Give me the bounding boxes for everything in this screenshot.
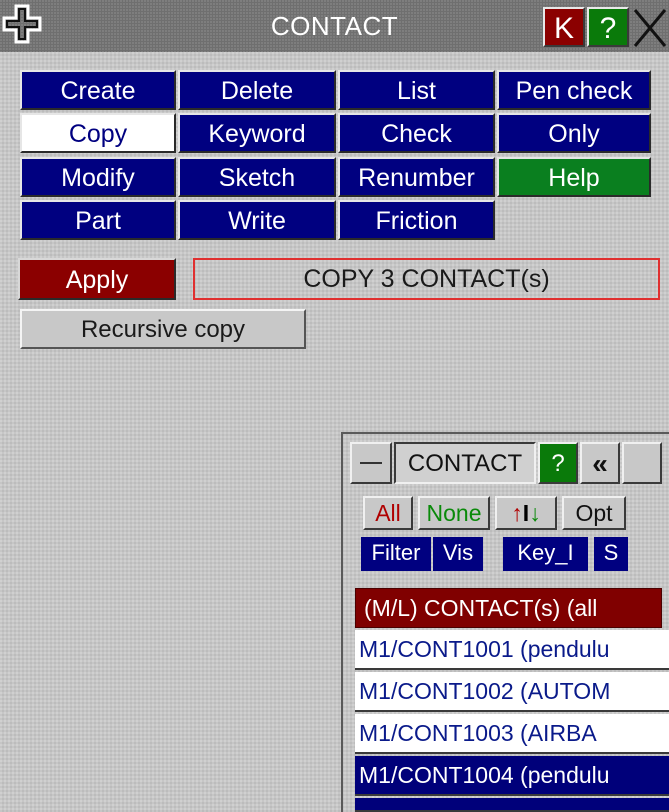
command-create-button[interactable]: Create	[20, 70, 176, 110]
command-check-button[interactable]: Check	[338, 113, 495, 153]
sort-button[interactable]: ↑I↓	[495, 496, 557, 530]
close-button[interactable]	[631, 4, 669, 50]
command-renumber-button[interactable]: Renumber	[338, 157, 495, 197]
list-item[interactable]: M1/CONT1001 (pendulu	[355, 630, 669, 670]
move-icon[interactable]	[0, 2, 44, 46]
command-pen-check-button[interactable]: Pen check	[497, 70, 651, 110]
command-help-button[interactable]: Help	[497, 157, 651, 197]
s-button[interactable]: S	[594, 537, 628, 571]
command-sketch-button[interactable]: Sketch	[178, 157, 336, 197]
list-header[interactable]: (M/L) CONTACT(s) (all	[355, 588, 662, 628]
options-button[interactable]: Opt	[562, 496, 626, 530]
select-none-button[interactable]: None	[418, 496, 490, 530]
list-item[interactable]: M1/CONT1002 (AUTOM	[355, 672, 669, 712]
key-in-button[interactable]: Key_I	[503, 537, 588, 571]
recursive-copy-button[interactable]: Recursive copy	[20, 309, 306, 349]
select-all-button[interactable]: All	[363, 496, 413, 530]
command-part-button[interactable]: Part	[20, 200, 176, 240]
list-item-overflow[interactable]	[355, 798, 669, 812]
list-item[interactable]: M1/CONT1004 (pendulu	[355, 756, 669, 796]
command-delete-button[interactable]: Delete	[178, 70, 336, 110]
minus-icon	[360, 462, 382, 464]
command-friction-button[interactable]: Friction	[338, 200, 495, 240]
selector-help-button[interactable]: ?	[538, 442, 578, 484]
keyword-button[interactable]: K	[543, 7, 585, 47]
sort-down-icon: ↓	[529, 500, 541, 526]
command-copy-button[interactable]: Copy	[20, 113, 176, 153]
vis-button[interactable]: Vis	[433, 537, 483, 571]
selector-extra-button[interactable]	[622, 442, 662, 484]
status-box: COPY 3 CONTACT(s)	[193, 258, 660, 300]
apply-button[interactable]: Apply	[18, 258, 176, 300]
command-write-button[interactable]: Write	[178, 200, 336, 240]
command-modify-button[interactable]: Modify	[20, 157, 176, 197]
list-item[interactable]: M1/CONT1003 (AIRBA	[355, 714, 669, 754]
filter-button[interactable]: Filter	[361, 537, 431, 571]
selector-title: CONTACT	[394, 442, 536, 484]
collapse-button[interactable]: «	[580, 442, 620, 484]
command-list-button[interactable]: List	[338, 70, 495, 110]
command-keyword-button[interactable]: Keyword	[178, 113, 336, 153]
close-icon	[633, 9, 667, 47]
command-only-button[interactable]: Only	[497, 113, 651, 153]
help-button[interactable]: ?	[587, 7, 629, 47]
sort-up-icon: ↑	[511, 500, 523, 526]
